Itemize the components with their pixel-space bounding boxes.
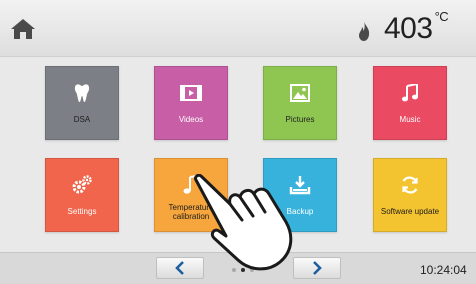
clock: 10:24:04 [420,263,467,277]
tile-label: Music [399,115,421,124]
music-note-icon [402,84,418,102]
tile-backup[interactable]: Backup [263,158,337,232]
screen: 403 °C DSA Videos Pictures Music Setting… [0,0,476,284]
gears-icon [72,175,92,194]
backup-icon [289,176,311,195]
video-icon [180,85,202,101]
chevron-right-icon [313,261,322,275]
tile-label: Temperature calibration [168,203,214,221]
home-icon[interactable] [10,18,36,40]
flame-icon [359,21,370,41]
picture-icon [290,84,310,102]
tile-label: Pictures [285,115,315,124]
update-icon [402,176,418,194]
tile-label: DSA [73,115,91,124]
tile-temperature-calibration[interactable]: Temperature calibration [154,158,228,232]
temperature-readout: 403 °C [384,9,449,46]
tooth-icon [74,84,90,102]
tile-label: Backup [286,207,314,216]
page-dot[interactable] [232,268,236,272]
tile-dsa[interactable]: DSA [45,66,119,140]
tile-music[interactable]: Music [373,66,447,140]
tile-pictures[interactable]: Pictures [263,66,337,140]
page-dot[interactable] [250,268,254,272]
tile-label: Settings [67,207,97,216]
page-dot-active[interactable] [241,268,245,272]
top-bar: 403 °C [0,0,476,57]
tile-videos[interactable]: Videos [154,66,228,140]
tile-label: Videos [178,115,204,124]
tile-software-update[interactable]: Software update [373,158,447,232]
page-indicator [232,268,254,272]
temperature-unit: °C [434,9,449,24]
tile-label: Software update [380,207,440,216]
chevron-left-icon [175,261,184,275]
previous-page-button[interactable] [156,257,204,279]
calibration-icon [183,175,198,194]
tile-settings[interactable]: Settings [45,158,119,232]
temperature-value: 403 [384,12,433,45]
next-page-button[interactable] [293,257,341,279]
